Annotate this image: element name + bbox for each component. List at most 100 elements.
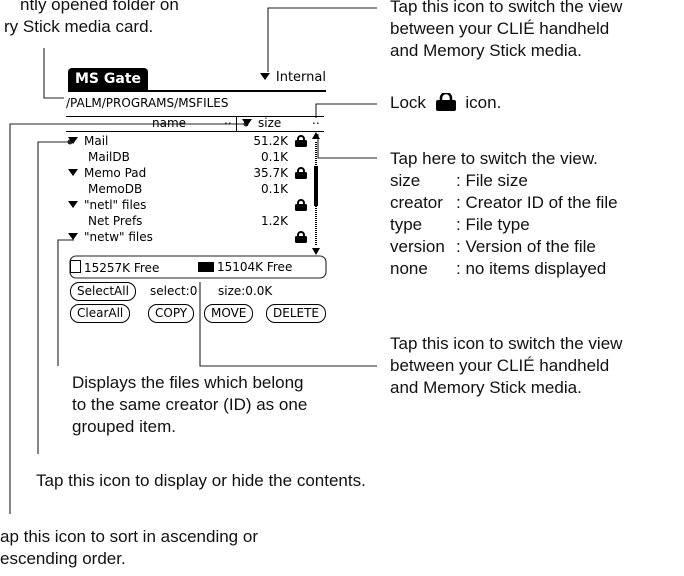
selection-size: size:0.0K (218, 284, 273, 298)
annotation-text: Tap this icon to display or hide the con… (36, 471, 366, 490)
view-option-desc: : Version of the file (456, 237, 596, 256)
file-row[interactable]: MailDB 0.1K (68, 150, 308, 166)
file-size: 35.7K (253, 166, 288, 180)
location-label: Internal (275, 70, 326, 85)
file-name: Memo Pad (84, 166, 147, 180)
switch-view-top-callout: Tap this icon to switch the view between… (390, 0, 622, 62)
annotation-text: grouped item. (72, 417, 176, 436)
annotation-text: ntly opened folder on (20, 0, 179, 14)
title-bar: MS Gate Internal (68, 68, 326, 92)
name-column-header[interactable]: name (152, 116, 186, 130)
scroll-thumb[interactable] (314, 166, 318, 206)
sort-callout: ap this icon to sort in ascending or esc… (0, 526, 258, 570)
lock-icon[interactable] (294, 231, 308, 246)
folder-path: /PALM/PROGRAMS/MSFILES (66, 96, 229, 110)
lock-icon[interactable] (294, 135, 308, 150)
annotation-text: icon. (465, 93, 502, 112)
annotation-text: and Memory Stick media. (390, 378, 582, 397)
handheld-icon (198, 262, 214, 272)
file-row-group[interactable]: "netl" files (68, 198, 308, 214)
file-size: 1.2K (261, 214, 288, 228)
column-header: name .. size .. (66, 113, 324, 132)
column-switch-callout: Tap here to switch the view. size : File … (390, 148, 618, 280)
lock-icon-callout: Lock icon. (390, 91, 502, 114)
memory-stick-view-button[interactable]: 15257K Free (70, 260, 159, 275)
file-row-group[interactable]: Memo Pad 35.7K (68, 166, 308, 182)
view-option-key: none (390, 259, 428, 278)
handheld-free: 15104K Free (217, 260, 293, 274)
file-name: Net Prefs (88, 214, 143, 228)
scrollbar[interactable] (312, 132, 320, 256)
annotation-text: ap this icon to sort in ascending or (0, 527, 258, 546)
size-column-label: size (258, 116, 282, 130)
folder-path-callout: ntly opened folder on ry Stick media car… (0, 0, 179, 38)
memory-stick-icon (70, 260, 81, 273)
file-row[interactable]: MemoDB 0.1K (68, 182, 308, 198)
app-title: MS Gate (68, 68, 149, 90)
view-option: version : Version of the file (390, 236, 618, 258)
file-row-group[interactable]: Mail 51.2K (68, 134, 308, 150)
expand-toggle-icon[interactable] (68, 169, 78, 176)
location-selector[interactable]: Internal (259, 70, 326, 85)
annotation-text: Displays the files which belong (72, 373, 304, 392)
annotation-text: and Memory Stick media. (390, 41, 582, 60)
expand-toggle-icon[interactable] (68, 137, 78, 144)
lock-icon[interactable] (294, 167, 308, 182)
file-row-group[interactable]: "netw" files (68, 230, 308, 246)
view-option-key: type (390, 215, 423, 234)
annotation-text: Tap this icon to switch the view (390, 0, 623, 16)
file-name: "netw" files (84, 230, 153, 244)
file-name: MailDB (88, 150, 130, 164)
dropdown-arrow-icon (259, 73, 270, 80)
view-option: none : no items displayed (390, 258, 618, 280)
expand-callout: Tap this icon to display or hide the con… (36, 470, 366, 492)
expand-toggle-icon[interactable] (68, 201, 78, 208)
annotation-text: ry Stick media card. (4, 17, 154, 36)
lock-icon[interactable] (294, 199, 308, 214)
scroll-down-arrow-icon[interactable] (312, 248, 320, 255)
view-option-desc: : File type (456, 215, 530, 234)
annotation-text: to the same creator (ID) as one (72, 395, 308, 414)
size-column-selector[interactable]: size (242, 116, 281, 130)
size-sort-toggle[interactable]: .. (312, 113, 320, 127)
selection-count: select:0 (150, 284, 198, 298)
file-row[interactable]: Net Prefs 1.2K (68, 214, 308, 230)
view-option-key: version (390, 237, 445, 256)
annotation-text: escending order. (0, 549, 126, 568)
file-size: 51.2K (253, 134, 288, 148)
view-option-desc: : Creator ID of the file (456, 193, 618, 212)
annotation-text: Tap here to switch the view. (390, 149, 598, 168)
view-option: creator: Creator ID of the file (390, 192, 618, 214)
switch-view-bottom-callout: Tap this icon to switch the view between… (390, 333, 622, 399)
name-sort-toggle[interactable]: .. (224, 113, 232, 127)
expand-toggle-icon[interactable] (68, 233, 78, 240)
delete-button[interactable]: DELETE (266, 304, 327, 323)
annotation-text: between your CLIÉ handheld (390, 356, 610, 375)
view-option-desc: : File size (456, 171, 528, 190)
annotation-text: Tap this icon to switch the view (390, 334, 623, 353)
annotation-text: Lock (390, 93, 426, 112)
dropdown-arrow-icon (242, 119, 252, 126)
move-button[interactable]: MOVE (204, 304, 254, 323)
file-size: 0.1K (261, 182, 288, 196)
view-option-list: size : File size creator: Creator ID of t… (390, 170, 618, 280)
file-name: "netl" files (84, 198, 147, 212)
view-option: size : File size (390, 170, 618, 192)
file-name: MemoDB (88, 182, 143, 196)
select-all-button[interactable]: SelectAll (70, 282, 136, 301)
view-option: type : File type (390, 214, 618, 236)
scroll-up-arrow-icon[interactable] (312, 132, 320, 139)
view-option-key: size (390, 171, 421, 190)
copy-button[interactable]: COPY (148, 304, 195, 323)
handheld-view-button[interactable]: 15104K Free (198, 260, 292, 274)
file-size: 0.1K (261, 150, 288, 164)
column-divider (236, 117, 237, 131)
msgate-screen: MS Gate Internal /PALM/PROGRAMS/MSFILES … (62, 64, 330, 328)
view-option-desc: : no items displayed (456, 259, 607, 278)
annotation-text: between your CLIÉ handheld (390, 19, 610, 38)
clear-all-button[interactable]: ClearAll (70, 304, 131, 323)
lock-icon (435, 91, 456, 111)
memory-stick-free: 15257K Free (84, 261, 160, 275)
group-callout: Displays the files which belong to the s… (72, 372, 307, 438)
file-name: Mail (84, 134, 109, 148)
